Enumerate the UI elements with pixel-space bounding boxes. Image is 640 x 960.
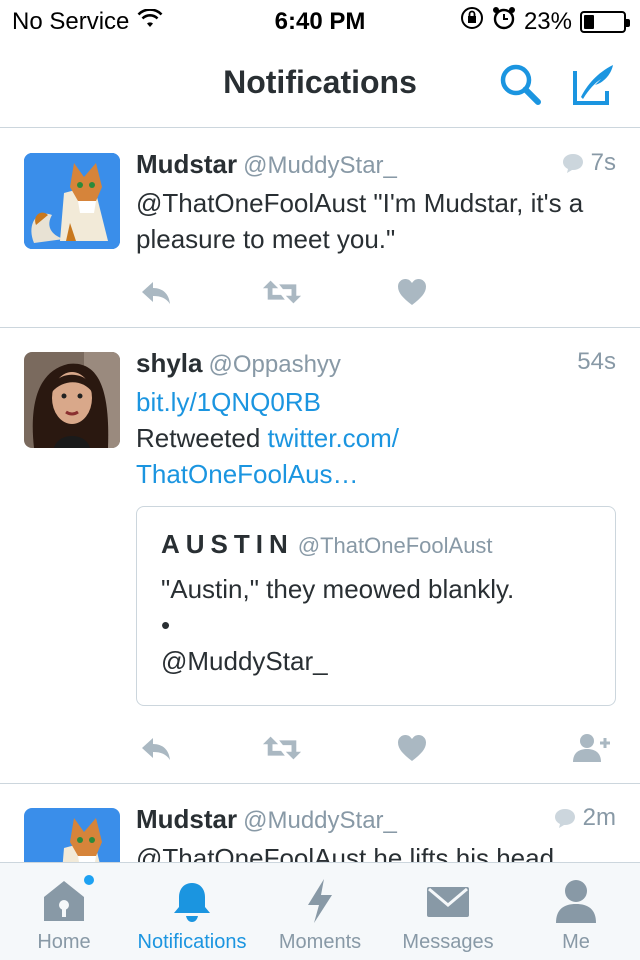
tweet-link[interactable]: twitter.com/ [268, 423, 399, 453]
quoted-author: AUSTIN @ThatOneFoolAust [161, 529, 493, 560]
tweet-time: 2m [553, 804, 616, 832]
person-icon [556, 880, 596, 923]
bell-icon [174, 883, 210, 922]
avatar[interactable] [24, 808, 120, 862]
tweet-time: 54s [577, 348, 616, 375]
tweet-header: Mudstar @MuddyStar_ 2m [136, 804, 616, 838]
time-text: 7s [590, 149, 616, 176]
retweet-icon [262, 736, 302, 760]
tweet-header: shyla @Oppashyy 54s [136, 348, 616, 382]
tab-icon-wrap [168, 873, 216, 929]
tab-moments[interactable]: Moments [270, 863, 370, 960]
author-name[interactable]: Mudstar [136, 149, 237, 179]
tab-label: Moments [278, 931, 362, 953]
quoted-line: • [161, 610, 171, 640]
notification-tweet[interactable]: Mudstar @MuddyStar_ 7s @ThatOneFoolAust "… [0, 129, 640, 328]
tweet-header: Mudstar @MuddyStar_ 7s [136, 149, 616, 183]
status-right: 23% [460, 6, 630, 37]
tweet-text: bit.ly/1QNQ0RB Retweeted twitter.com/ Th… [136, 384, 616, 492]
tab-me[interactable]: Me [536, 863, 616, 960]
status-bar: No Service 6:40 PM 23% [0, 0, 640, 40]
battery-level [584, 14, 594, 29]
author-handle[interactable]: @MuddyStar_ [243, 152, 397, 179]
reply-button[interactable] [136, 730, 176, 766]
author-handle[interactable]: @MuddyStar_ [243, 807, 397, 834]
compose-tweet-button[interactable] [570, 60, 618, 108]
author-name[interactable]: Mudstar [136, 804, 237, 834]
tweet-actions [136, 730, 616, 766]
search-button[interactable] [496, 60, 544, 108]
page-title: Notifications [223, 64, 417, 100]
reply-bubble-icon [562, 154, 583, 173]
envelope-icon [427, 887, 469, 917]
avatar[interactable] [24, 153, 120, 249]
reply-button[interactable] [136, 274, 176, 310]
battery-percent: 23% [523, 7, 572, 35]
tab-label: Me [562, 931, 590, 953]
tab-home[interactable]: Home [16, 863, 112, 960]
quoted-author-handle: @ThatOneFoolAust [297, 533, 493, 558]
quoted-line: @MuddyStar_ [161, 646, 328, 676]
follow-button[interactable] [572, 730, 612, 766]
tab-icon-wrap [554, 873, 598, 929]
retweet-icon [262, 280, 302, 304]
home-icon [44, 881, 84, 921]
reply-bubble-icon [554, 809, 575, 828]
quoted-tweet[interactable]: AUSTIN @ThatOneFoolAust "Austin," they me… [136, 506, 616, 706]
notification-tweet[interactable]: shyla @Oppashyy 54s bit.ly/1QNQ0RB Retwee… [0, 328, 640, 784]
tab-icon-wrap [40, 873, 94, 929]
alarm-icon [492, 6, 516, 37]
tab-bar: Home Notifications Moments Messages Me [0, 862, 640, 960]
quoted-line: "Austin," they meowed blankly. [161, 574, 515, 604]
tweet-link[interactable]: ThatOneFoolAus… [136, 459, 359, 489]
rotation-lock-icon [460, 6, 484, 37]
author-handle[interactable]: @Oppashyy [209, 351, 341, 378]
reply-icon [142, 738, 170, 760]
tab-label: Notifications [137, 931, 247, 953]
new-activity-dot [84, 875, 94, 885]
tweet-text: @ThatOneFoolAust "I'm Mudstar, it's a pl… [136, 188, 584, 254]
tweet-link[interactable]: bit.ly/1QNQ0RB [136, 387, 321, 417]
tweet-actions [136, 274, 616, 310]
heart-icon [398, 279, 426, 305]
avatar[interactable] [24, 352, 120, 448]
retweeted-label: Retweeted [136, 423, 261, 453]
battery-icon [580, 10, 630, 33]
tab-label: Messages [402, 931, 494, 953]
tab-label: Home [37, 931, 91, 953]
quoted-text: "Austin," they meowed blankly. • @MuddyS… [161, 571, 599, 679]
tab-notifications[interactable]: Notifications [124, 863, 260, 960]
time-text: 2m [582, 804, 616, 831]
tweet-text: @ThatOneFoolAust he lifts his head [136, 843, 555, 862]
quoted-author-name: AUSTIN [161, 529, 294, 559]
follow-user-icon [573, 734, 610, 762]
notification-tweet[interactable]: Mudstar @MuddyStar_ 2m @ThatOneFoolAust h… [0, 784, 640, 862]
heart-icon [398, 735, 426, 761]
search-icon [500, 64, 541, 105]
retweet-button[interactable] [262, 274, 302, 310]
like-button[interactable] [392, 730, 432, 766]
tab-messages[interactable]: Messages [392, 863, 504, 960]
like-button[interactable] [392, 274, 432, 310]
compose-icon [573, 65, 613, 105]
lightning-icon [308, 879, 332, 923]
tab-icon-wrap [425, 873, 471, 929]
author-name[interactable]: shyla [136, 348, 203, 378]
tweet-time: 7s [561, 149, 616, 177]
reply-icon [142, 282, 170, 304]
retweet-button[interactable] [262, 730, 302, 766]
nav-header: Notifications [0, 40, 640, 128]
tab-icon-wrap [302, 873, 338, 929]
